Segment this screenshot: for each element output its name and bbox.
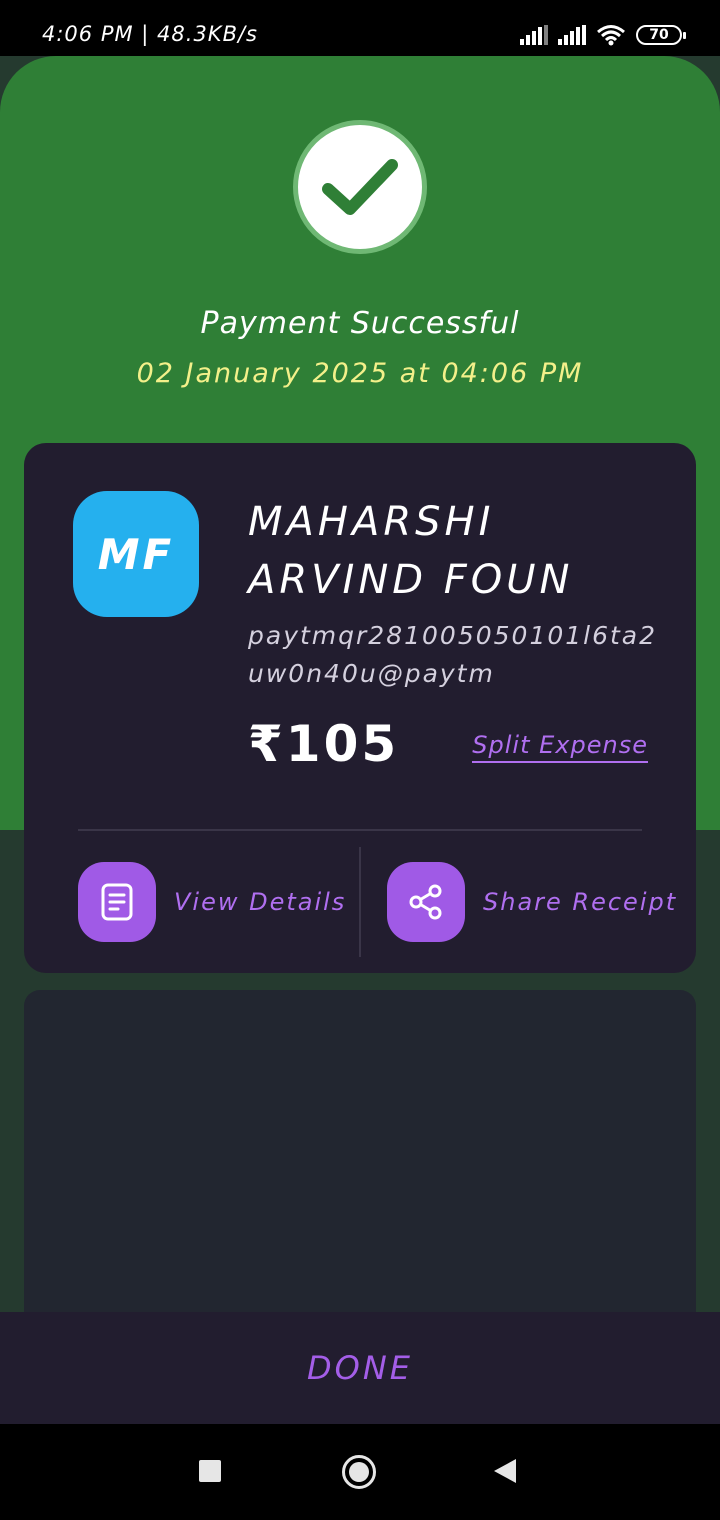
done-label: DONE: [307, 1349, 413, 1387]
wifi-icon: [597, 25, 625, 46]
action-icon-wrap: [78, 862, 156, 942]
done-button[interactable]: DONE: [0, 1312, 720, 1424]
action-divider: [359, 847, 361, 957]
payment-success-screen: Payment Successful 02 January 2025 at 04…: [0, 56, 720, 1424]
battery-level: 70: [649, 27, 669, 43]
merchant-name: MAHARSHI ARVIND FOUN: [248, 499, 574, 603]
amount: ₹105: [248, 715, 400, 773]
upi-id: paytmqr281005050101l6ta2uw0n40u@paytm: [248, 621, 658, 688]
system-nav-bar: [0, 1424, 720, 1520]
action-icon-wrap: [387, 862, 465, 942]
status-icons: 70: [520, 22, 686, 48]
card-divider: [78, 829, 642, 831]
check-icon: [322, 159, 398, 215]
recents-button[interactable]: [199, 1460, 221, 1482]
success-badge: [293, 120, 427, 254]
split-expense-link[interactable]: Split Expense: [472, 731, 648, 763]
signal-icon: [558, 25, 586, 45]
avatar: MF: [73, 491, 199, 617]
back-button[interactable]: [494, 1459, 516, 1483]
signal-icon: [520, 25, 548, 45]
share-icon: [409, 884, 442, 920]
home-button[interactable]: [342, 1455, 376, 1489]
battery-icon: 70: [636, 25, 686, 45]
document-icon: [101, 883, 133, 921]
share-receipt-label: Share Receipt: [483, 888, 678, 916]
details-panel: [24, 990, 696, 1330]
avatar-initials: MF: [97, 529, 175, 579]
share-receipt-button[interactable]: Share Receipt: [387, 862, 677, 942]
status-time: 4:06 PM | 48.3KB/s: [42, 22, 258, 46]
view-details-button[interactable]: View Details: [78, 862, 346, 942]
view-details-label: View Details: [174, 888, 347, 916]
payment-datetime: 02 January 2025 at 04:06 PM: [136, 358, 584, 389]
payment-card: MF MAHARSHI ARVIND FOUN paytmqr281005050…: [24, 443, 696, 973]
page-title: Payment Successful: [200, 306, 520, 341]
